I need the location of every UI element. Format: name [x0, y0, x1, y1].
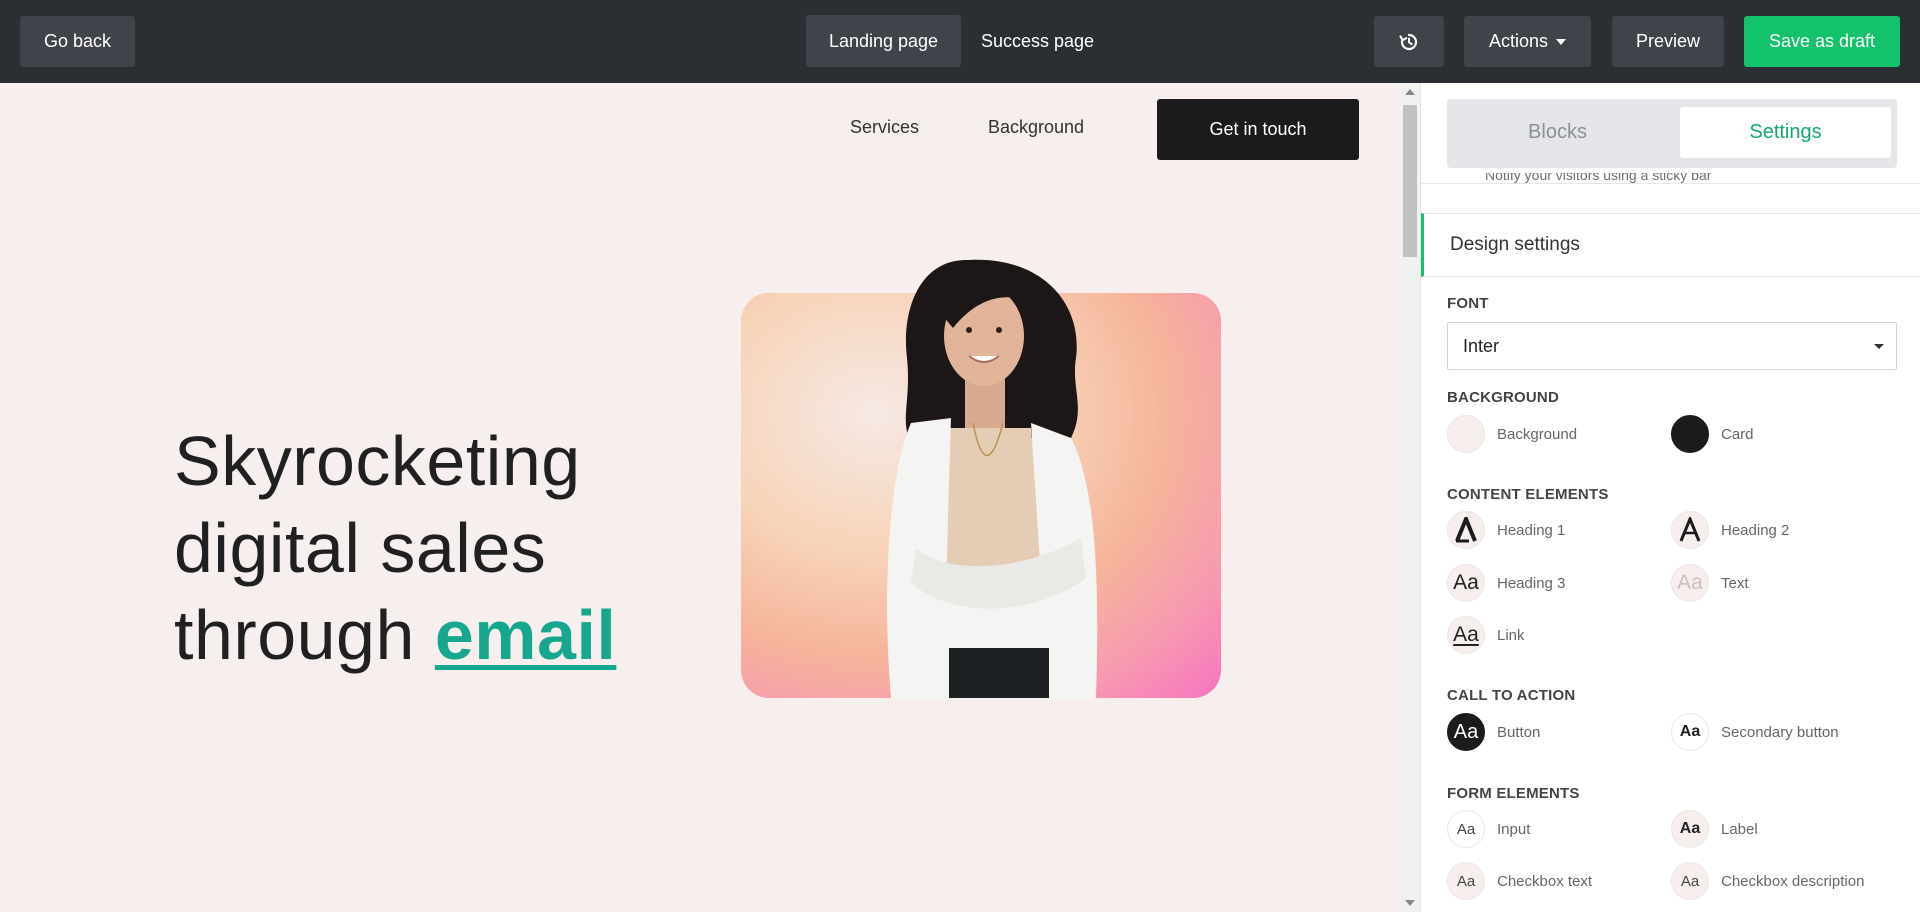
page-preview-canvas[interactable]: Services Background Get in touch Skyrock…: [0, 83, 1400, 912]
save-as-draft-button[interactable]: Save as draft: [1744, 16, 1900, 67]
button-glyph: Aa: [1453, 720, 1479, 743]
preview-button[interactable]: Preview: [1612, 16, 1724, 67]
checkbox-description-style-label: Checkbox description: [1721, 872, 1865, 890]
checkbox-description-glyph: Aa: [1680, 872, 1700, 890]
canvas-scrollbar[interactable]: [1400, 83, 1420, 912]
content-elements-section-title: CONTENT ELEMENTS: [1447, 486, 1609, 503]
nav-link-background[interactable]: Background: [988, 117, 1084, 138]
heading-1-label: Heading 1: [1497, 521, 1566, 539]
hero-accent-link[interactable]: email: [435, 596, 617, 674]
link-label: Link: [1497, 626, 1525, 644]
input-style-icon[interactable]: Aa: [1447, 810, 1485, 848]
nav-link-services[interactable]: Services: [850, 117, 919, 138]
tab-settings[interactable]: Settings: [1680, 107, 1891, 158]
checkbox-description-style-icon[interactable]: Aa: [1671, 862, 1709, 900]
input-glyph: Aa: [1456, 820, 1476, 838]
text-label: Text: [1721, 574, 1749, 592]
divider: [1421, 183, 1920, 184]
sticky-bar-description: Notify your visitors using a sticky bar: [1485, 173, 1712, 183]
secondary-button-style-label: Secondary button: [1721, 723, 1839, 741]
scroll-down-arrow-icon[interactable]: [1405, 900, 1415, 906]
text-glyph: Aa: [1677, 571, 1703, 594]
label-glyph: Aa: [1679, 820, 1701, 837]
design-settings-title: Design settings: [1450, 234, 1580, 255]
font-select-value: Inter: [1463, 335, 1500, 356]
heading-2-option[interactable]: Heading 2: [1671, 511, 1789, 549]
panel-tab-switcher: Blocks Settings: [1447, 99, 1897, 168]
background-section-title: BACKGROUND: [1447, 389, 1559, 406]
heading-3-option[interactable]: Aa Heading 3: [1447, 564, 1565, 602]
heading-3-label: Heading 3: [1497, 574, 1566, 592]
background-color-swatch[interactable]: [1447, 415, 1485, 453]
heading-1-option[interactable]: Heading 1: [1447, 511, 1565, 549]
secondary-button-glyph: Aa: [1679, 723, 1701, 740]
card-color-option[interactable]: Card: [1671, 415, 1754, 453]
call-to-action-section-title: CALL TO ACTION: [1447, 687, 1576, 704]
get-in-touch-button[interactable]: Get in touch: [1157, 99, 1359, 160]
link-option[interactable]: Aa Link: [1447, 616, 1525, 654]
link-glyph: Aa: [1453, 623, 1479, 646]
background-option-label: Background: [1497, 425, 1578, 443]
scroll-up-arrow-icon[interactable]: [1405, 89, 1415, 95]
button-style-icon[interactable]: Aa: [1447, 713, 1485, 751]
label-style-label: Label: [1721, 820, 1758, 838]
heading-1-style-icon[interactable]: [1447, 511, 1485, 549]
actions-dropdown-button[interactable]: Actions: [1464, 16, 1591, 67]
hero-line-3: through email: [174, 592, 616, 679]
card-color-swatch[interactable]: [1671, 415, 1709, 453]
checkbox-text-glyph: Aa: [1456, 872, 1476, 890]
checkbox-description-style-option[interactable]: Aa Checkbox description: [1671, 862, 1864, 900]
link-style-icon[interactable]: Aa: [1447, 616, 1485, 654]
background-color-option[interactable]: Background: [1447, 415, 1577, 453]
top-toolbar: Go back Landing page Success page Action…: [0, 0, 1920, 83]
input-style-option[interactable]: Aa Input: [1447, 810, 1530, 848]
hero-line-2: digital sales: [174, 509, 547, 587]
design-settings-header[interactable]: Design settings: [1421, 213, 1920, 277]
hero-person-image: [887, 259, 1098, 698]
chevron-down-icon: [1556, 38, 1567, 45]
button-style-option[interactable]: Aa Button: [1447, 713, 1540, 751]
button-style-label: Button: [1497, 723, 1541, 741]
heading-3-style-icon[interactable]: Aa: [1447, 564, 1485, 602]
font-select[interactable]: Inter: [1447, 322, 1897, 370]
hero-line-3-text: through: [174, 596, 415, 674]
scrollbar-thumb[interactable]: [1403, 105, 1417, 257]
history-button[interactable]: [1374, 16, 1444, 67]
heading-2-label: Heading 2: [1721, 521, 1790, 539]
go-back-button[interactable]: Go back: [20, 16, 135, 67]
label-style-option[interactable]: Aa Label: [1671, 810, 1758, 848]
heading-2-style-icon[interactable]: [1671, 511, 1709, 549]
hero-line-1: Skyrocketing: [174, 422, 581, 500]
chevron-down-icon: [1874, 344, 1884, 349]
settings-panel: Blocks Settings Notify your visitors usi…: [1420, 83, 1920, 912]
checkbox-text-style-label: Checkbox text: [1497, 872, 1593, 890]
text-style-icon[interactable]: Aa: [1671, 564, 1709, 602]
label-style-icon[interactable]: Aa: [1671, 810, 1709, 848]
text-option[interactable]: Aa Text: [1671, 564, 1749, 602]
checkbox-text-style-icon[interactable]: Aa: [1447, 862, 1485, 900]
tab-landing-page[interactable]: Landing page: [806, 15, 961, 67]
hero-heading: Skyrocketing digital sales through email: [174, 418, 616, 679]
secondary-button-style-option[interactable]: Aa Secondary button: [1671, 713, 1839, 751]
tab-blocks[interactable]: Blocks: [1452, 107, 1663, 158]
form-elements-section-title: FORM ELEMENTS: [1447, 785, 1580, 802]
history-icon: [1399, 33, 1418, 50]
font-section-title: FONT: [1447, 295, 1489, 312]
actions-label: Actions: [1488, 31, 1549, 51]
heading-3-glyph: Aa: [1453, 571, 1479, 594]
input-style-label: Input: [1497, 820, 1531, 838]
card-option-label: Card: [1721, 425, 1754, 443]
checkbox-text-style-option[interactable]: Aa Checkbox text: [1447, 862, 1592, 900]
tab-success-page[interactable]: Success page: [970, 15, 1105, 67]
secondary-button-style-icon[interactable]: Aa: [1671, 713, 1709, 751]
